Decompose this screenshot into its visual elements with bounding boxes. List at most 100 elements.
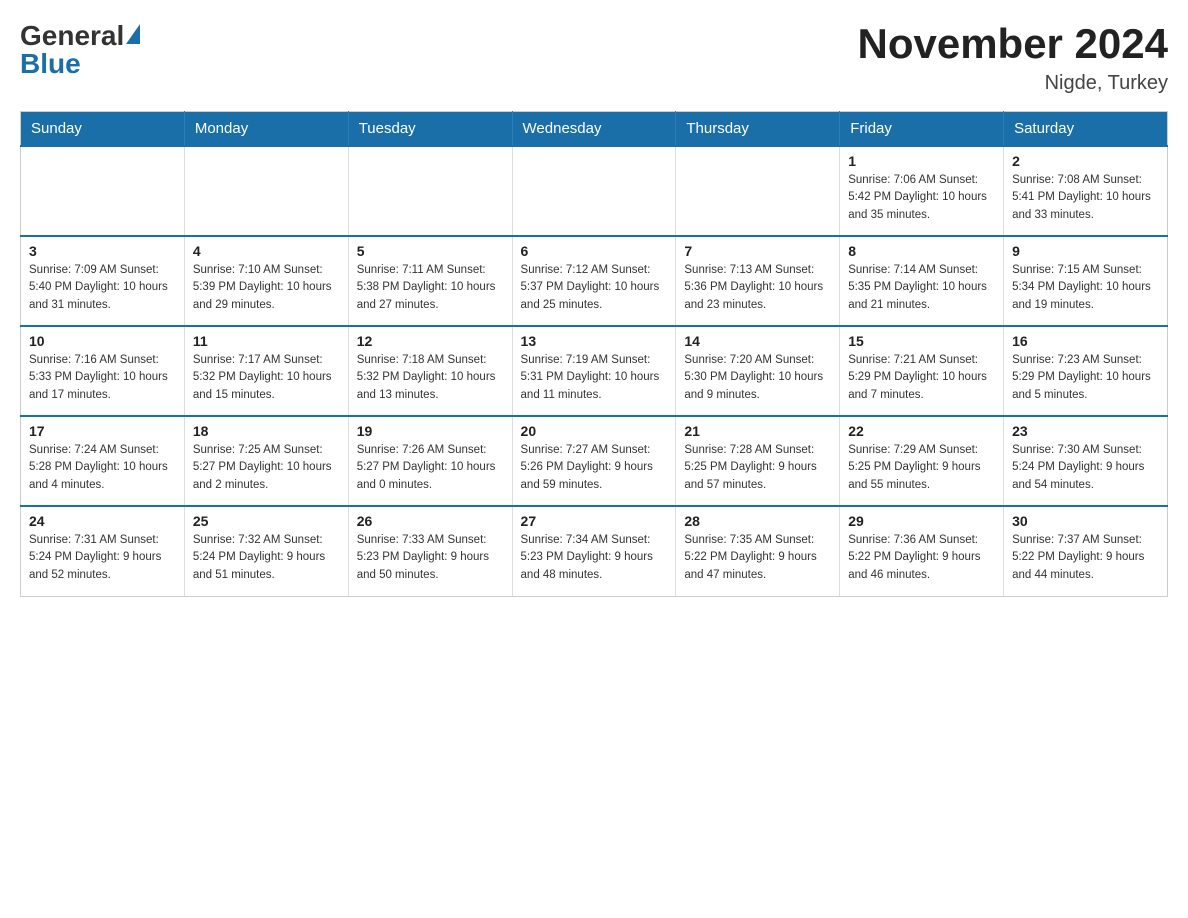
calendar-cell: 7Sunrise: 7:13 AM Sunset: 5:36 PM Daylig… bbox=[676, 236, 840, 326]
day-number: 16 bbox=[1012, 333, 1159, 349]
calendar-cell: 1 Sunrise: 7:06 AM Sunset: 5:42 PM Daylig… bbox=[840, 146, 1004, 236]
day-info: Sunrise: 7:28 AM Sunset: 5:25 PM Dayligh… bbox=[684, 442, 831, 494]
calendar-week-row: 10 Sunrise: 7:16 AM Sunset: 5:33 PM Dayli… bbox=[21, 326, 1168, 416]
calendar-cell: 24 Sunrise: 7:31 AM Sunset: 5:24 PM Dayli… bbox=[21, 506, 185, 596]
day-number: 22 bbox=[848, 423, 995, 439]
day-number: 8 bbox=[848, 243, 995, 259]
day-number: 25 bbox=[193, 513, 340, 529]
day-number: 17 bbox=[29, 423, 176, 439]
calendar-cell: 14 Sunrise: 7:20 AM Sunset: 5:30 PM Dayli… bbox=[676, 326, 840, 416]
calendar-title: November 2024 bbox=[857, 20, 1168, 68]
calendar-cell bbox=[512, 146, 676, 236]
calendar-cell: 16 Sunrise: 7:23 AM Sunset: 5:29 PM Dayli… bbox=[1004, 326, 1168, 416]
logo: General Blue bbox=[20, 20, 140, 80]
calendar-cell: 23 Sunrise: 7:30 AM Sunset: 5:24 PM Dayli… bbox=[1004, 416, 1168, 506]
calendar-cell: 28 Sunrise: 7:35 AM Sunset: 5:22 PM Dayli… bbox=[676, 506, 840, 596]
header-tuesday: Tuesday bbox=[348, 112, 512, 147]
header-friday: Friday bbox=[840, 112, 1004, 147]
calendar-header-row: SundayMondayTuesdayWednesdayThursdayFrid… bbox=[21, 112, 1168, 147]
day-info: Sunrise: 7:37 AM Sunset: 5:22 PM Dayligh… bbox=[1012, 532, 1159, 584]
day-info: Sunrise: 7:24 AM Sunset: 5:28 PM Dayligh… bbox=[29, 442, 176, 494]
calendar-cell: 15 Sunrise: 7:21 AM Sunset: 5:29 PM Dayli… bbox=[840, 326, 1004, 416]
calendar-cell bbox=[184, 146, 348, 236]
header-monday: Monday bbox=[184, 112, 348, 147]
day-info: Sunrise: 7:34 AM Sunset: 5:23 PM Dayligh… bbox=[521, 532, 668, 584]
calendar-cell: 4 Sunrise: 7:10 AM Sunset: 5:39 PM Daylig… bbox=[184, 236, 348, 326]
day-number: 10 bbox=[29, 333, 176, 349]
day-info: Sunrise: 7:19 AM Sunset: 5:31 PM Dayligh… bbox=[521, 352, 668, 404]
day-number: 6 bbox=[521, 243, 668, 259]
day-info: Sunrise: 7:30 AM Sunset: 5:24 PM Dayligh… bbox=[1012, 442, 1159, 494]
day-number: 27 bbox=[521, 513, 668, 529]
calendar-cell: 9 Sunrise: 7:15 AM Sunset: 5:34 PM Daylig… bbox=[1004, 236, 1168, 326]
calendar-cell: 25 Sunrise: 7:32 AM Sunset: 5:24 PM Dayli… bbox=[184, 506, 348, 596]
day-info: Sunrise: 7:18 AM Sunset: 5:32 PM Dayligh… bbox=[357, 352, 504, 404]
day-number: 28 bbox=[684, 513, 831, 529]
day-info: Sunrise: 7:36 AM Sunset: 5:22 PM Dayligh… bbox=[848, 532, 995, 584]
calendar-cell: 22 Sunrise: 7:29 AM Sunset: 5:25 PM Dayli… bbox=[840, 416, 1004, 506]
calendar-cell: 6 Sunrise: 7:12 AM Sunset: 5:37 PM Daylig… bbox=[512, 236, 676, 326]
calendar-cell: 27 Sunrise: 7:34 AM Sunset: 5:23 PM Dayli… bbox=[512, 506, 676, 596]
day-number: 24 bbox=[29, 513, 176, 529]
day-number: 1 bbox=[848, 153, 995, 169]
day-number: 13 bbox=[521, 333, 668, 349]
day-info: Sunrise: 7:16 AM Sunset: 5:33 PM Dayligh… bbox=[29, 352, 176, 404]
day-number: 12 bbox=[357, 333, 504, 349]
day-info: Sunrise: 7:32 AM Sunset: 5:24 PM Dayligh… bbox=[193, 532, 340, 584]
day-info: Sunrise: 7:06 AM Sunset: 5:42 PM Dayligh… bbox=[848, 172, 995, 224]
day-info: Sunrise: 7:09 AM Sunset: 5:40 PM Dayligh… bbox=[29, 262, 176, 314]
day-number: 30 bbox=[1012, 513, 1159, 529]
day-info: Sunrise: 7:10 AM Sunset: 5:39 PM Dayligh… bbox=[193, 262, 340, 314]
day-info: Sunrise: 7:14 AM Sunset: 5:35 PM Dayligh… bbox=[848, 262, 995, 314]
day-number: 19 bbox=[357, 423, 504, 439]
calendar-cell: 18Sunrise: 7:25 AM Sunset: 5:27 PM Dayli… bbox=[184, 416, 348, 506]
day-info: Sunrise: 7:08 AM Sunset: 5:41 PM Dayligh… bbox=[1012, 172, 1159, 224]
calendar-cell: 2 Sunrise: 7:08 AM Sunset: 5:41 PM Daylig… bbox=[1004, 146, 1168, 236]
page-header: General Blue November 2024 Nigde, Turkey bbox=[20, 20, 1168, 95]
day-number: 14 bbox=[684, 333, 831, 349]
day-info: Sunrise: 7:11 AM Sunset: 5:38 PM Dayligh… bbox=[357, 262, 504, 314]
calendar-cell: 21Sunrise: 7:28 AM Sunset: 5:25 PM Dayli… bbox=[676, 416, 840, 506]
day-info: Sunrise: 7:29 AM Sunset: 5:25 PM Dayligh… bbox=[848, 442, 995, 494]
day-number: 5 bbox=[357, 243, 504, 259]
day-number: 2 bbox=[1012, 153, 1159, 169]
calendar-cell bbox=[21, 146, 185, 236]
day-info: Sunrise: 7:26 AM Sunset: 5:27 PM Dayligh… bbox=[357, 442, 504, 494]
calendar-cell: 3Sunrise: 7:09 AM Sunset: 5:40 PM Daylig… bbox=[21, 236, 185, 326]
calendar-cell: 12 Sunrise: 7:18 AM Sunset: 5:32 PM Dayli… bbox=[348, 326, 512, 416]
calendar-table: SundayMondayTuesdayWednesdayThursdayFrid… bbox=[20, 111, 1168, 597]
day-info: Sunrise: 7:27 AM Sunset: 5:26 PM Dayligh… bbox=[521, 442, 668, 494]
header-saturday: Saturday bbox=[1004, 112, 1168, 147]
day-info: Sunrise: 7:12 AM Sunset: 5:37 PM Dayligh… bbox=[521, 262, 668, 314]
day-info: Sunrise: 7:21 AM Sunset: 5:29 PM Dayligh… bbox=[848, 352, 995, 404]
title-area: November 2024 Nigde, Turkey bbox=[857, 20, 1168, 95]
day-info: Sunrise: 7:17 AM Sunset: 5:32 PM Dayligh… bbox=[193, 352, 340, 404]
day-info: Sunrise: 7:23 AM Sunset: 5:29 PM Dayligh… bbox=[1012, 352, 1159, 404]
calendar-cell bbox=[676, 146, 840, 236]
calendar-cell: 5 Sunrise: 7:11 AM Sunset: 5:38 PM Daylig… bbox=[348, 236, 512, 326]
day-info: Sunrise: 7:15 AM Sunset: 5:34 PM Dayligh… bbox=[1012, 262, 1159, 314]
day-info: Sunrise: 7:33 AM Sunset: 5:23 PM Dayligh… bbox=[357, 532, 504, 584]
calendar-cell: 13 Sunrise: 7:19 AM Sunset: 5:31 PM Dayli… bbox=[512, 326, 676, 416]
day-number: 18 bbox=[193, 423, 340, 439]
day-number: 4 bbox=[193, 243, 340, 259]
calendar-week-row: 17 Sunrise: 7:24 AM Sunset: 5:28 PM Dayli… bbox=[21, 416, 1168, 506]
day-number: 23 bbox=[1012, 423, 1159, 439]
logo-triangle-icon bbox=[126, 24, 140, 44]
header-wednesday: Wednesday bbox=[512, 112, 676, 147]
calendar-week-row: 24 Sunrise: 7:31 AM Sunset: 5:24 PM Dayli… bbox=[21, 506, 1168, 596]
calendar-cell: 29Sunrise: 7:36 AM Sunset: 5:22 PM Dayli… bbox=[840, 506, 1004, 596]
calendar-cell: 10 Sunrise: 7:16 AM Sunset: 5:33 PM Dayli… bbox=[21, 326, 185, 416]
calendar-cell: 8 Sunrise: 7:14 AM Sunset: 5:35 PM Daylig… bbox=[840, 236, 1004, 326]
day-info: Sunrise: 7:20 AM Sunset: 5:30 PM Dayligh… bbox=[684, 352, 831, 404]
calendar-cell: 11Sunrise: 7:17 AM Sunset: 5:32 PM Dayli… bbox=[184, 326, 348, 416]
calendar-cell bbox=[348, 146, 512, 236]
day-number: 9 bbox=[1012, 243, 1159, 259]
day-number: 15 bbox=[848, 333, 995, 349]
day-info: Sunrise: 7:13 AM Sunset: 5:36 PM Dayligh… bbox=[684, 262, 831, 314]
calendar-cell: 26Sunrise: 7:33 AM Sunset: 5:23 PM Dayli… bbox=[348, 506, 512, 596]
header-thursday: Thursday bbox=[676, 112, 840, 147]
day-info: Sunrise: 7:31 AM Sunset: 5:24 PM Dayligh… bbox=[29, 532, 176, 584]
calendar-week-row: 3Sunrise: 7:09 AM Sunset: 5:40 PM Daylig… bbox=[21, 236, 1168, 326]
day-info: Sunrise: 7:35 AM Sunset: 5:22 PM Dayligh… bbox=[684, 532, 831, 584]
